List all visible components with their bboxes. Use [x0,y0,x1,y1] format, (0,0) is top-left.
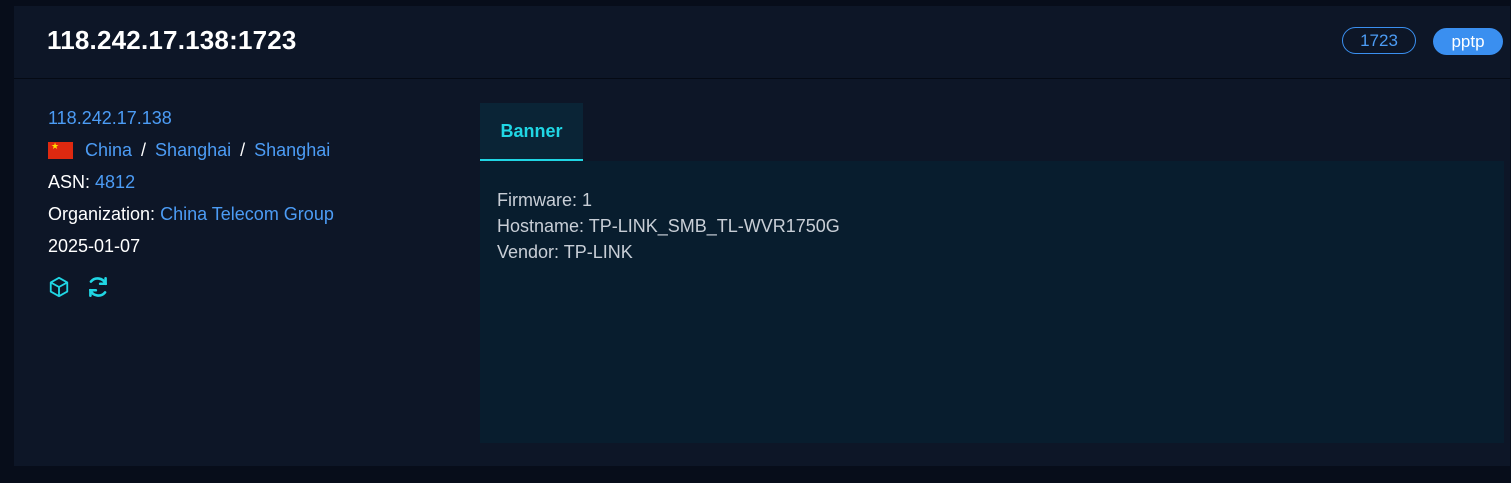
port-tag[interactable]: 1723 [1342,27,1416,54]
card-header: 118.242.17.138:1723 1723 pptp [14,6,1510,79]
country-link[interactable]: China [85,140,132,160]
asn-link[interactable]: 4812 [95,172,135,192]
organization-link[interactable]: China Telecom Group [160,204,334,224]
date-text: 2025-01-07 [48,236,141,256]
ip-link[interactable]: 118.242.17.138 [48,108,172,128]
host-info: 118.242.17.138 ★ China / Shanghai / Shanghai … [48,106,334,300]
city-link[interactable]: Shanghai [254,140,330,160]
banner-line: Firmware: 1 [497,190,593,210]
banner-content: Firmware: 1 Hostname: TP-LINK_SMB_TL-WVR… [480,161,1504,443]
cube-icon[interactable] [48,276,70,303]
tab-banner[interactable]: Banner [480,103,583,161]
banner-line: Vendor: TP-LINK [497,242,633,262]
region-link[interactable]: Shanghai [155,140,231,160]
banner-line: Hostname: TP-LINK_SMB_TL-WVR1750G [497,216,840,236]
location-separator: / [141,140,147,160]
organization-label: Organization: [48,204,156,224]
location-separator: / [240,140,246,160]
refresh-icon[interactable] [85,274,111,305]
action-icons [48,274,334,300]
page-title: 118.242.17.138:1723 [47,25,297,55]
asn-label: ASN: [48,172,91,192]
result-card: 118.242.17.138:1723 1723 pptp 118.242.17… [14,6,1510,466]
protocol-tag[interactable]: pptp [1433,28,1503,55]
location: ★ China / Shanghai / Shanghai [48,138,334,170]
asn-row: ASN: 4812 [48,170,334,202]
organization-row: Organization: China Telecom Group [48,202,334,234]
china-flag-icon: ★ [48,142,73,159]
tab-panel: Banner Firmware: 1 Hostname: TP-LINK_SMB… [480,103,1504,443]
